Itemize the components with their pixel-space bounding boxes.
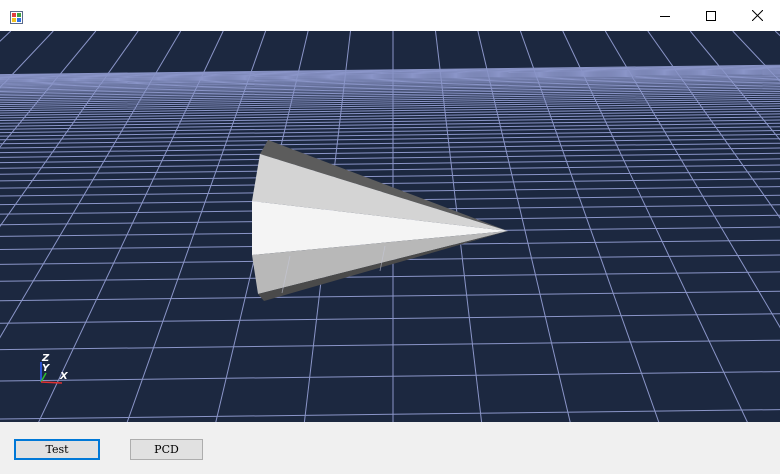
minimize-button[interactable] bbox=[642, 0, 688, 31]
3d-scene: Z Y X bbox=[0, 31, 780, 422]
minimize-icon bbox=[660, 6, 670, 25]
test-button[interactable]: Test bbox=[14, 439, 100, 460]
winforms-app-icon bbox=[10, 9, 23, 24]
pcd-button[interactable]: PCD bbox=[130, 439, 203, 460]
3d-viewport[interactable]: Z Y X bbox=[0, 31, 780, 422]
maximize-button[interactable] bbox=[688, 0, 734, 31]
x-axis-label: X bbox=[59, 371, 69, 382]
close-button[interactable] bbox=[734, 0, 780, 31]
title-bar[interactable] bbox=[0, 0, 780, 31]
maximize-icon bbox=[706, 6, 716, 25]
x-axis-line bbox=[40, 381, 63, 384]
app-window: Z Y X Test PCD bbox=[0, 0, 780, 474]
close-icon bbox=[751, 6, 763, 25]
button-panel: Test PCD bbox=[0, 422, 780, 474]
